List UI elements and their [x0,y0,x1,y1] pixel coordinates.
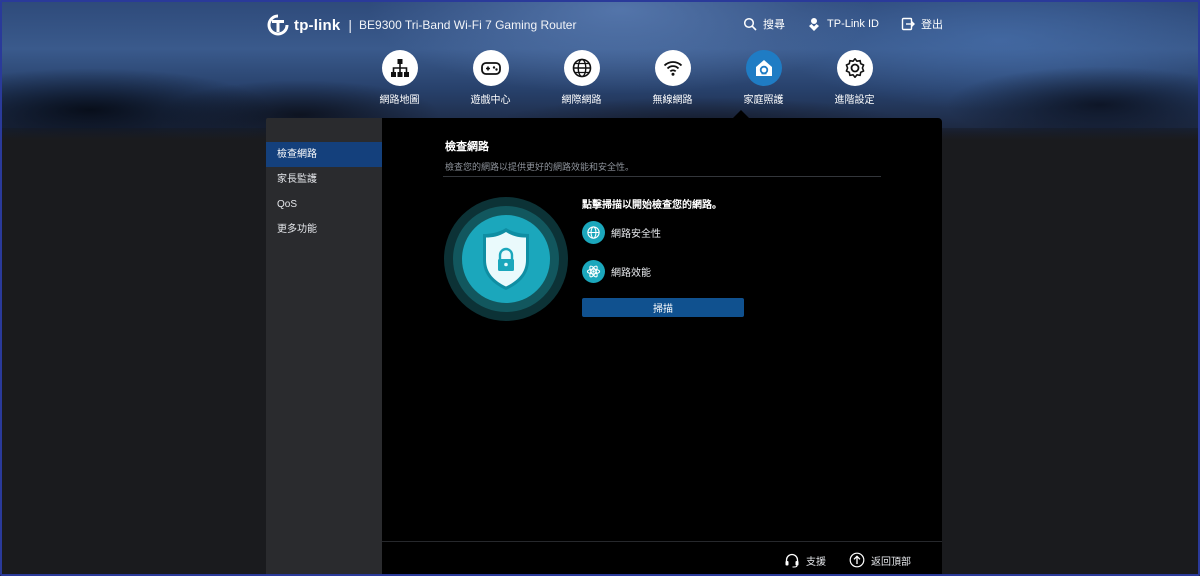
nav-circle [654,50,691,86]
feature-icon-wrap [582,260,605,283]
search-label: 搜尋 [763,19,786,31]
gear-icon [845,58,864,78]
nav-circle [836,50,873,86]
page-title: 檢查網路 [445,141,489,153]
nav-label: 進階設定 [834,95,875,106]
back-to-top-label: 返回頂部 [871,556,911,568]
search-icon [743,17,757,31]
tplink-id-icon [809,18,820,31]
nav-label: 家庭照護 [743,95,784,106]
home-care-icon [755,60,772,76]
logout-button[interactable]: 登出 [901,16,943,32]
nav-home-care[interactable]: 家庭照護 [718,50,809,106]
scan-prompt: 點擊掃描以開始檢查您的網路。 [582,200,722,211]
feature-network-performance: 網路效能 [582,260,651,283]
nav-network-map[interactable]: 網路地圖 [354,50,445,106]
sidebar-item-check-network[interactable]: 檢查網路 [266,142,382,167]
scan-button[interactable]: 掃描 [582,298,744,317]
network-shield-illustration [444,197,568,321]
title-separator: | [348,17,353,33]
page-footer: 支援 返回頂部 [382,541,942,576]
back-to-top-link[interactable]: 返回頂部 [849,552,911,568]
nav-label: 網路地圖 [379,95,420,106]
top-bar: tp-link | BE9300 Tri-Band Wi-Fi 7 Gaming… [266,12,576,38]
sidebar-item-parental-controls[interactable]: 家長監護 [266,167,382,192]
tplink-logo-icon [267,14,289,36]
nav-advanced[interactable]: 進階設定 [809,50,900,106]
sidebar-item-qos[interactable]: QoS [266,192,382,217]
logout-label: 登出 [921,19,943,31]
header-actions: 搜尋 TP-Link ID 登出 [743,16,943,32]
sidebar-item-more-features[interactable]: 更多功能 [266,217,382,242]
nav-circle [472,50,509,86]
arrow-up-circle-icon [849,552,865,568]
feature-label: 網路效能 [611,268,651,279]
nav-label: 無線網路 [652,95,693,106]
feature-label: 網路安全性 [611,229,661,240]
brand-name: tp-link [294,16,341,34]
atom-icon [586,265,601,278]
product-name: BE9300 Tri-Band Wi-Fi 7 Gaming Router [359,18,577,32]
nav-internet[interactable]: 網際網路 [536,50,627,106]
tplink-id-button[interactable]: TP-Link ID [807,17,879,31]
wifi-icon [663,61,682,76]
main-panel: 檢查網路 檢查您的網路以提供更好的網路效能和安全性。 點擊掃描以開始檢查您的網路… [382,118,942,576]
headset-icon [785,553,799,568]
support-link[interactable]: 支援 [784,552,826,568]
nav-label: 遊戲中心 [470,95,511,106]
logout-icon [901,17,915,31]
nav-circle [563,50,600,86]
feature-icon-wrap [582,221,605,244]
nav-circle [745,50,782,86]
gamepad-icon [480,62,501,75]
nav-label: 網際網路 [561,95,602,106]
search-button[interactable]: 搜尋 [743,16,785,32]
sidebar: 檢查網路 家長監護 QoS 更多功能 [266,118,382,576]
tplink-logo[interactable]: tp-link [266,13,340,37]
feature-network-security: 網路安全性 [582,221,661,244]
support-label: 支援 [806,556,826,568]
main-nav: 網路地圖 遊戲中心 網際網路 無線網路 家庭照護 進階設定 [354,50,900,106]
page-subtitle: 檢查您的網路以提供更好的網路效能和安全性。 [445,162,635,172]
globe-icon [587,226,600,239]
sidebar-list: 檢查網路 家長監護 QoS 更多功能 [266,142,382,242]
nav-circle [381,50,418,86]
nav-wireless[interactable]: 無線網路 [627,50,718,106]
active-nav-pointer [733,110,749,118]
tplink-id-label: TP-Link ID [827,18,879,30]
title-divider [443,176,881,177]
network-map-icon [390,59,409,77]
nav-game-center[interactable]: 遊戲中心 [445,50,536,106]
globe-icon [572,58,591,78]
